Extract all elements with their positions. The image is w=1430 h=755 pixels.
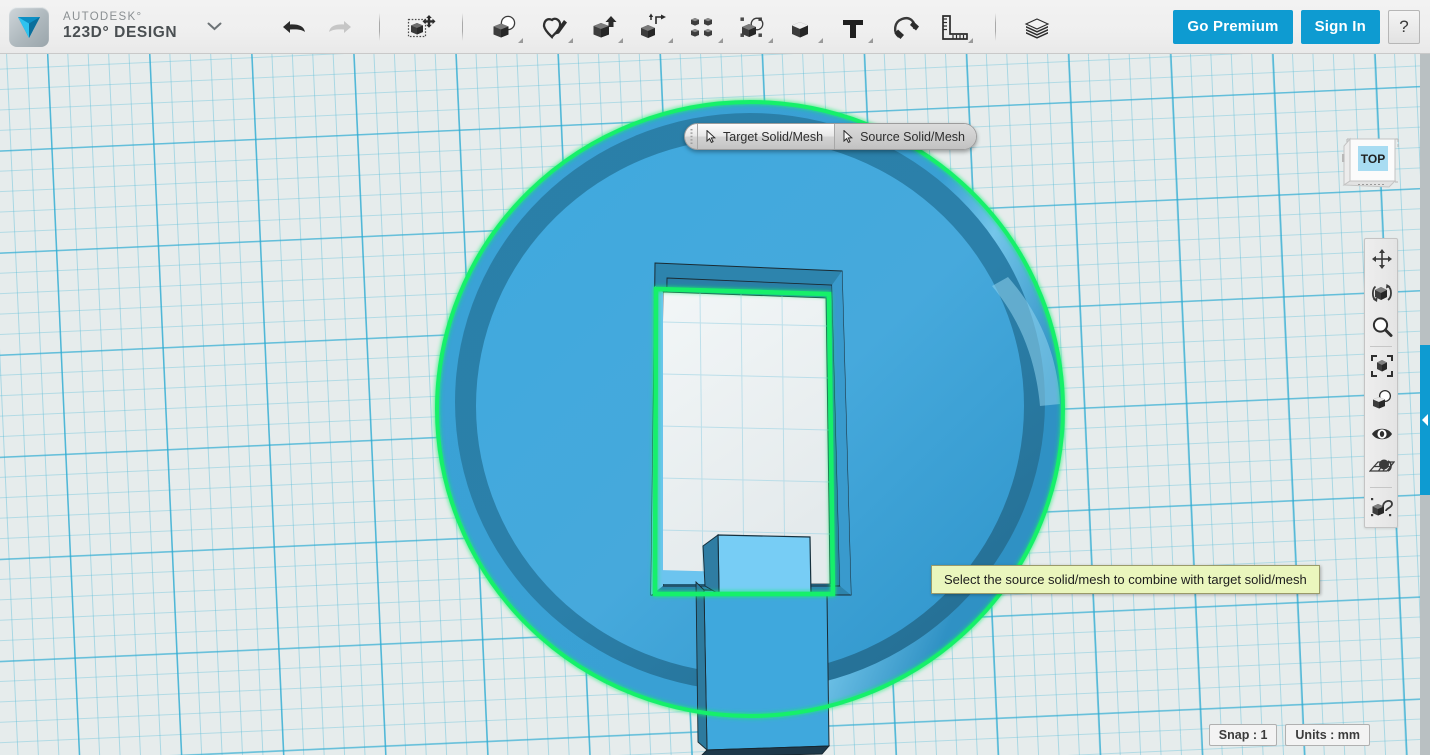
select-mode-button[interactable] — [1365, 490, 1399, 524]
cursor-arrow-icon — [706, 130, 717, 143]
side-panel-toggle[interactable] — [1420, 345, 1430, 495]
tooltip-message: Select the source solid/mesh to combine … — [931, 565, 1320, 594]
viewport-canvas[interactable]: Target Solid/Mesh Source Solid/Mesh Sele… — [0, 54, 1430, 755]
pattern-grid-cubes-icon — [689, 13, 719, 41]
fit-to-window-cube-icon — [1370, 354, 1394, 378]
snap-button[interactable] — [884, 7, 924, 47]
chevron-down-icon — [718, 38, 723, 43]
transform-cube-move-icon — [406, 13, 436, 41]
sign-in-button[interactable]: Sign In — [1301, 10, 1380, 44]
toolbar-separator — [379, 13, 380, 41]
redo-button[interactable] — [322, 7, 358, 47]
materials-button[interactable] — [1017, 7, 1057, 47]
combine-selection-toolbar: Target Solid/Mesh Source Solid/Mesh — [684, 123, 977, 150]
chevron-down-icon — [768, 38, 773, 43]
primitives-spheres-icon — [489, 13, 519, 41]
chevron-down-icon — [618, 38, 623, 43]
combine-button[interactable] — [784, 7, 824, 47]
chevron-down-icon — [818, 38, 823, 43]
units-value-chip[interactable]: Units : mm — [1285, 724, 1370, 746]
chevron-down-icon — [868, 38, 873, 43]
text-button[interactable] — [834, 7, 874, 47]
target-solid-mesh-item[interactable]: Target Solid/Mesh — [698, 124, 834, 149]
modify-cube-arrow-icon — [639, 13, 669, 41]
select-lasso-cube-icon — [1370, 495, 1394, 519]
chevron-down-icon — [968, 38, 973, 43]
chevron-down-icon — [518, 38, 523, 43]
brand-area[interactable]: AUTODESK° 123D° DESIGN — [0, 7, 223, 47]
autodesk-123d-logo-icon — [9, 7, 49, 47]
drag-grip-icon[interactable] — [685, 124, 698, 149]
top-toolbar: AUTODESK° 123D° DESIGN — [0, 0, 1430, 54]
measure-button[interactable] — [934, 7, 974, 47]
undo-button[interactable] — [276, 7, 312, 47]
navigation-toolbar — [1364, 238, 1398, 528]
pan-button[interactable] — [1365, 242, 1399, 276]
topbar-right-actions: Go Premium Sign In ? — [1165, 10, 1430, 44]
orbit-cube-icon — [1370, 281, 1394, 305]
zoom-button[interactable] — [1365, 310, 1399, 344]
grid-snap-button[interactable] — [1365, 451, 1399, 485]
chevron-down-icon[interactable] — [205, 18, 223, 36]
toolbar-tools — [271, 7, 1062, 47]
redo-arrow-icon — [327, 17, 353, 37]
view-cube-icon: TOP — [1338, 130, 1406, 194]
grouping-combine-icon — [739, 13, 769, 41]
fit-button[interactable] — [1365, 349, 1399, 383]
chevron-down-icon — [668, 38, 673, 43]
visibility-button[interactable] — [1365, 417, 1399, 451]
nav-separator — [1370, 487, 1392, 488]
orbit-button[interactable] — [1365, 276, 1399, 310]
snap-value-chip[interactable]: Snap : 1 — [1209, 724, 1278, 746]
brand-line-autodesk: AUTODESK° — [63, 11, 177, 24]
transform-button[interactable] — [401, 7, 441, 47]
sketch-button[interactable] — [534, 7, 574, 47]
snap-magnet-icon — [889, 13, 919, 41]
materials-stack-icon — [1021, 13, 1053, 41]
sketch-pencil-icon — [539, 13, 569, 41]
source-solid-mesh-item[interactable]: Source Solid/Mesh — [834, 124, 976, 149]
help-button[interactable]: ? — [1388, 10, 1420, 44]
target-solid-mesh-label: Target Solid/Mesh — [723, 130, 823, 144]
pattern-button[interactable] — [684, 7, 724, 47]
measure-ruler-icon — [939, 13, 969, 41]
go-premium-button[interactable]: Go Premium — [1173, 10, 1292, 44]
construct-extrude-icon — [589, 13, 619, 41]
text-t-icon — [839, 13, 869, 41]
combine-solid-icon — [789, 13, 819, 41]
view-cube[interactable]: TOP — [1338, 130, 1406, 194]
eye-icon — [1370, 424, 1394, 444]
toolbar-separator — [462, 13, 463, 41]
brand-line-product: 123D° DESIGN — [63, 24, 177, 42]
view-cube-face-label: TOP — [1361, 152, 1385, 166]
grid-sphere-icon — [1369, 457, 1395, 479]
pan-four-arrows-icon — [1371, 248, 1393, 270]
modify-button[interactable] — [634, 7, 674, 47]
grouping-button[interactable] — [734, 7, 774, 47]
toolbar-separator — [995, 13, 996, 41]
magnifier-icon — [1371, 316, 1393, 338]
status-bar: Snap : 1 Units : mm — [1209, 724, 1370, 746]
source-solid-mesh-label: Source Solid/Mesh — [860, 130, 965, 144]
brand-text: AUTODESK° 123D° DESIGN — [63, 11, 177, 42]
cursor-arrow-icon — [843, 130, 854, 143]
view-settings-button[interactable] — [1365, 383, 1399, 417]
app-root: AUTODESK° 123D° DESIGN — [0, 0, 1430, 755]
source-box-solid[interactable] — [696, 535, 829, 755]
nav-separator — [1370, 346, 1392, 347]
undo-arrow-icon — [281, 17, 307, 37]
chevron-down-icon — [568, 38, 573, 43]
view-spheres-icon — [1370, 388, 1394, 412]
primitives-button[interactable] — [484, 7, 524, 47]
construct-button[interactable] — [584, 7, 624, 47]
model-3d-scene[interactable] — [0, 54, 1430, 755]
chevron-left-icon — [1421, 413, 1429, 427]
